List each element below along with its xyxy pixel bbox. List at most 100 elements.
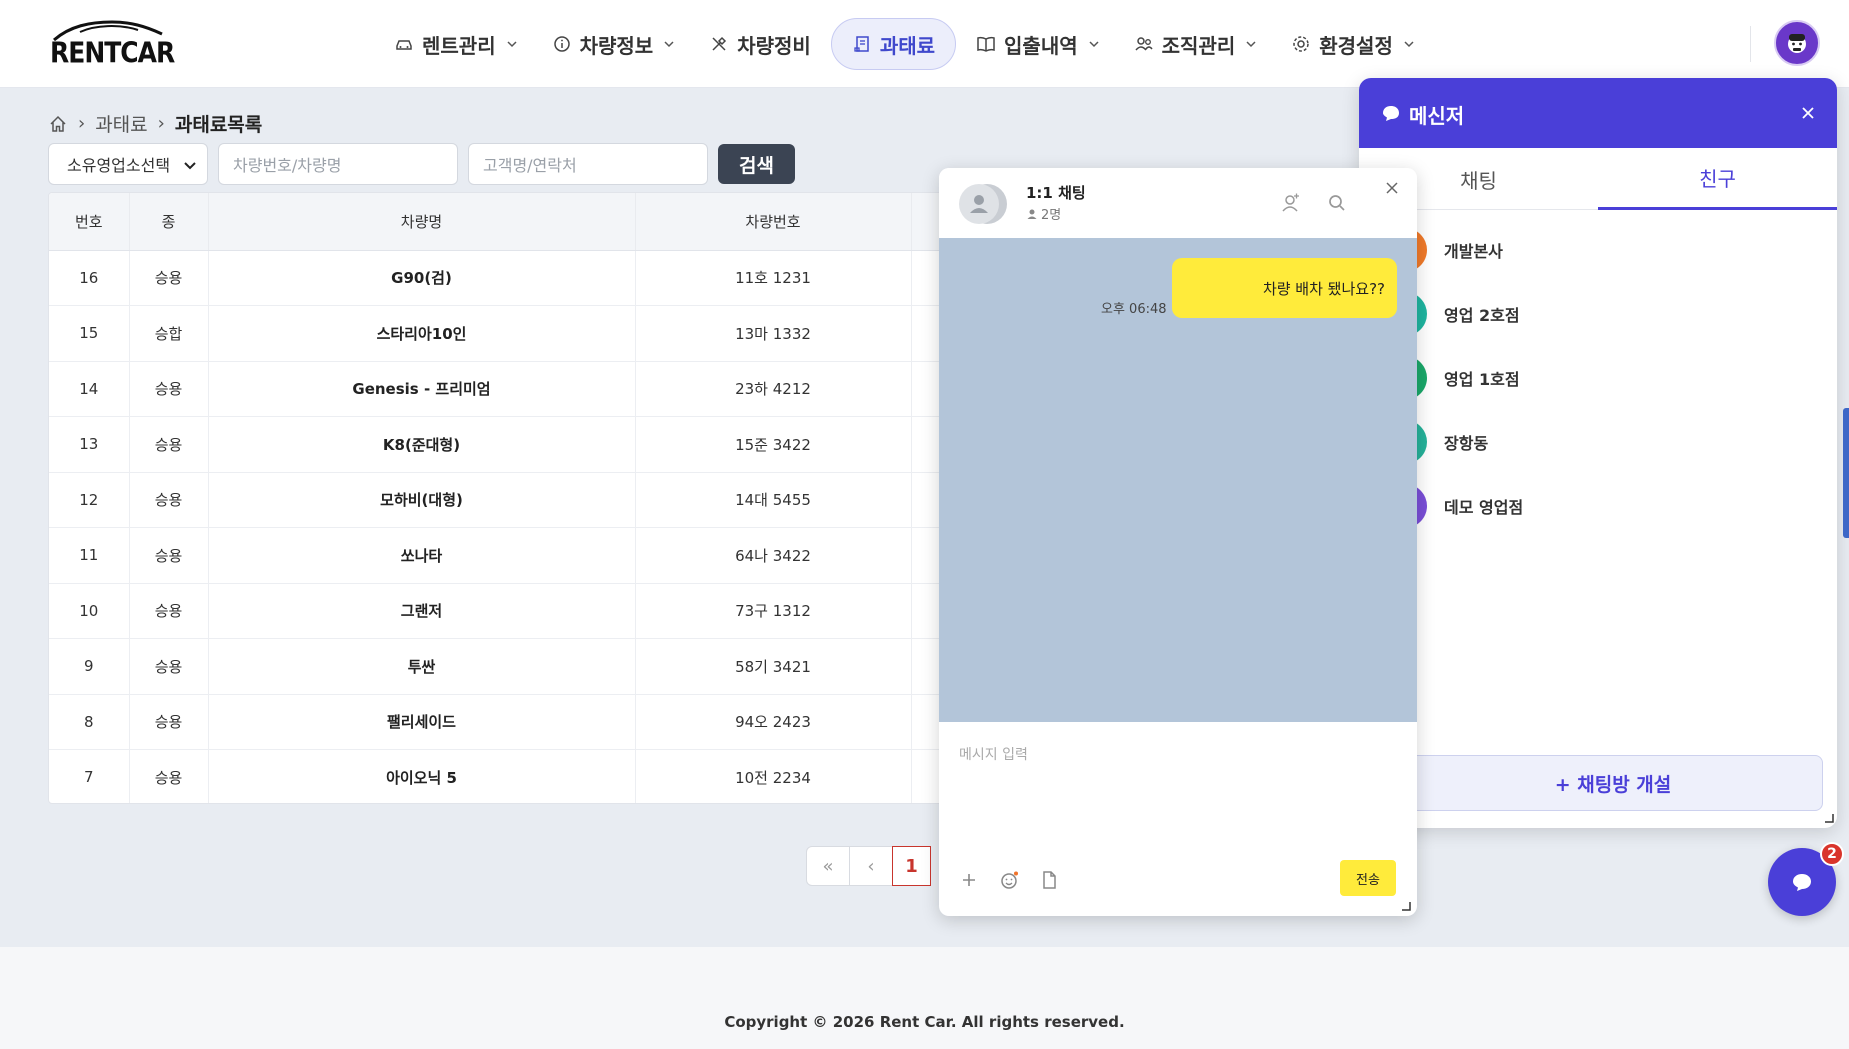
message-time: 오후 06:48: [1101, 302, 1167, 317]
send-button[interactable]: 전송: [1340, 860, 1396, 896]
header-divider: [1750, 26, 1751, 62]
cell-plate: 58기 3421: [635, 638, 912, 695]
friend-name: 영업 1호점: [1444, 370, 1520, 389]
table-row[interactable]: 16 승용 G90(검) 11호 1231: [49, 250, 947, 306]
branch-select[interactable]: 소유영업소선택: [48, 143, 208, 185]
messenger-tabs: 채팅 친구: [1359, 148, 1837, 210]
add-user-icon[interactable]: [1279, 192, 1301, 214]
chat-member-avatar: [959, 184, 999, 224]
users-icon: [1135, 37, 1153, 51]
car-icon: [396, 40, 412, 50]
tab-friends[interactable]: 친구: [1598, 148, 1837, 210]
friend-item[interactable]: 개발본사: [1359, 220, 1837, 280]
table-row[interactable]: 14 승용 Genesis - 프리미엄 23하 4212: [49, 361, 947, 417]
friend-name: 데모 영업점: [1444, 498, 1524, 517]
vehicle-search-input[interactable]: 차량번호/차량명: [218, 143, 458, 185]
message-input[interactable]: 메시지 입력: [959, 744, 1028, 764]
table-row[interactable]: 9 승용 투싼 58기 3421: [49, 638, 947, 695]
table-body: 16 승용 G90(검) 11호 1231 15 승합 스타리아10인 13마 1332 14 승…: [49, 250, 947, 803]
chevron-down-icon: [664, 41, 674, 48]
nav-label: 차량정보: [579, 33, 654, 58]
resize-handle-icon[interactable]: [1401, 901, 1411, 911]
chat-bubble-icon: [1383, 106, 1399, 121]
breadcrumb-parent[interactable]: 과태료: [95, 110, 147, 137]
first-page-button[interactable]: «: [806, 846, 850, 886]
table-row[interactable]: 10 승용 그랜저 73구 1312: [49, 583, 947, 639]
col-header-vehicle-name[interactable]: 차량명: [208, 193, 636, 251]
branch-select-value: 소유영업소선택: [67, 156, 171, 175]
chevron-down-icon: [1246, 41, 1256, 48]
chat-member-count: 2명: [1026, 204, 1061, 223]
person-icon: [1027, 209, 1037, 219]
cell-no: 15: [49, 305, 130, 362]
messenger-panel: 메신저 채팅 친구 개발본사 영업 2호점 영업 1호점 장항동 데모 영업점 + 채팅…: [1359, 78, 1837, 828]
rentcar-logo[interactable]: RENTCAR: [50, 20, 175, 69]
friend-item[interactable]: 영업 1호점: [1359, 348, 1837, 408]
emoji-icon[interactable]: [999, 870, 1019, 890]
cell-plate: 73구 1312: [635, 583, 912, 639]
table-row[interactable]: 15 승합 스타리아10인 13마 1332: [49, 305, 947, 362]
side-scroll-indicator[interactable]: [1843, 408, 1849, 538]
book-icon: [977, 36, 995, 52]
cell-plate: 11호 1231: [635, 250, 912, 306]
cell-vehicle-name: G90(검): [208, 250, 636, 306]
cell-vehicle-name: 모하비(대형): [208, 472, 636, 528]
nav-rent-management[interactable]: 렌트관리: [380, 18, 532, 70]
resize-handle-icon[interactable]: [1824, 813, 1834, 823]
cell-type: 승용: [129, 361, 209, 417]
table-row[interactable]: 11 승용 쏘나타 64나 3422: [49, 527, 947, 584]
close-icon[interactable]: [1800, 105, 1816, 121]
cell-vehicle-name: 투싼: [208, 638, 636, 695]
nav-label: 차량정비: [737, 33, 811, 58]
nav-fines[interactable]: 과태료: [830, 18, 957, 70]
gear-icon: [1293, 36, 1309, 52]
cell-no: 8: [49, 694, 130, 750]
prev-page-button[interactable]: ‹: [849, 846, 893, 886]
friend-item[interactable]: 장항동: [1359, 412, 1837, 472]
cell-vehicle-name: 스타리아10인: [208, 305, 636, 362]
user-avatar[interactable]: [1774, 20, 1820, 66]
chat-header: 1:1 채팅 2명: [939, 168, 1417, 238]
customer-search-input[interactable]: 고객명/연락처: [468, 143, 708, 185]
chevron-down-icon: [1404, 41, 1414, 48]
new-chat-room-button[interactable]: + 채팅방 개설: [1403, 755, 1823, 811]
cell-type: 승용: [129, 527, 209, 584]
nav-vehicle-maintenance[interactable]: 차량정비: [695, 18, 825, 70]
friend-item[interactable]: 영업 2호점: [1359, 284, 1837, 344]
nav-label: 환경설정: [1319, 33, 1393, 58]
cell-type: 승용: [129, 583, 209, 639]
cell-type: 승용: [129, 472, 209, 528]
table-row[interactable]: 8 승용 팰리세이드 94오 2423: [49, 694, 947, 750]
nav-organization[interactable]: 조직관리: [1120, 18, 1272, 70]
col-header-type[interactable]: 종: [129, 193, 209, 251]
page-1-button[interactable]: 1: [892, 846, 931, 886]
pagination: « ‹ 1: [806, 846, 931, 886]
chevron-down-icon: [1089, 41, 1099, 48]
cell-plate: 10전 2234: [635, 749, 912, 803]
cell-plate: 23하 4212: [635, 361, 912, 417]
table-row[interactable]: 13 승용 K8(준대형) 15준 3422: [49, 416, 947, 473]
cell-vehicle-name: 쏘나타: [208, 527, 636, 584]
search-icon[interactable]: [1327, 193, 1347, 213]
plus-icon[interactable]: [959, 870, 979, 890]
nav-label: 렌트관리: [422, 33, 496, 58]
table-row[interactable]: 7 승용 아이오닉 5 10전 2234: [49, 749, 947, 803]
cell-type: 승용: [129, 416, 209, 473]
cell-type: 승용: [129, 694, 209, 750]
cell-vehicle-name: K8(준대형): [208, 416, 636, 473]
close-icon[interactable]: [1385, 181, 1399, 195]
nav-in-out-history[interactable]: 입출내역: [962, 18, 1114, 70]
col-header-plate[interactable]: 차량번호: [635, 193, 912, 251]
nav-settings[interactable]: 환경설정: [1277, 18, 1429, 70]
table-row[interactable]: 12 승용 모하비(대형) 14대 5455: [49, 472, 947, 528]
home-icon[interactable]: [48, 114, 68, 134]
col-header-no[interactable]: 번호: [49, 193, 130, 251]
nav-vehicle-info[interactable]: 차량정보: [538, 18, 690, 70]
file-icon[interactable]: [1039, 870, 1059, 890]
cell-vehicle-name: Genesis - 프리미엄: [208, 361, 636, 417]
friend-item[interactable]: 데모 영업점: [1359, 476, 1837, 536]
search-button[interactable]: 검색: [718, 144, 795, 184]
cell-vehicle-name: 그랜저: [208, 583, 636, 639]
top-header: RENTCAR 렌트관리 차량정보 차량정비 과태료 입출내역 조직관리 환경설…: [0, 0, 1849, 88]
chat-window: 1:1 채팅 2명 차량 배차 됐나요?? 오후 06:48 메시지 입력 전송: [939, 168, 1417, 916]
